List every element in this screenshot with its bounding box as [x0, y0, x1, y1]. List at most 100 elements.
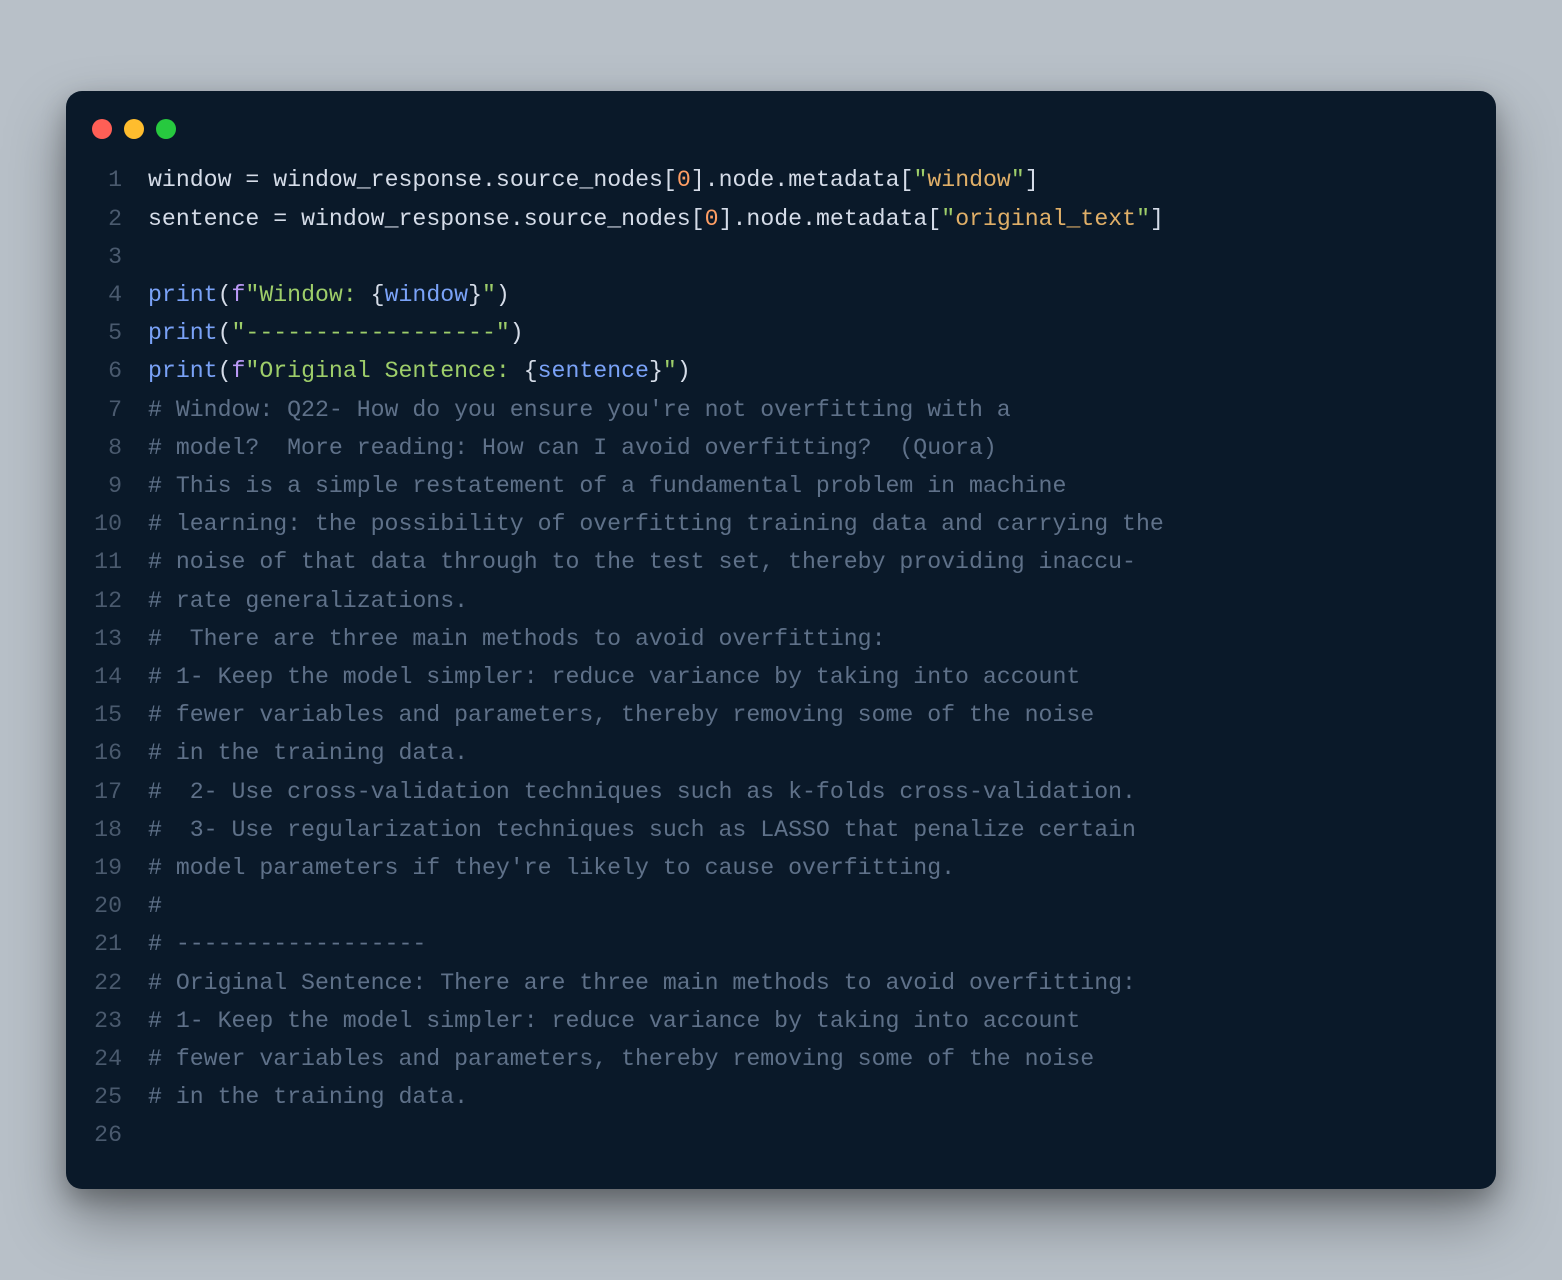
line-content[interactable]: # Window: Q22- How do you ensure you're … [148, 391, 1011, 429]
line-number: 25 [92, 1078, 148, 1116]
code-line[interactable]: 13# There are three main methods to avoi… [92, 620, 1470, 658]
code-token: " [1011, 167, 1025, 193]
code-line[interactable]: 18# 3- Use regularization techniques suc… [92, 811, 1470, 849]
code-token: print [148, 358, 218, 384]
code-line[interactable]: 16# in the training data. [92, 734, 1470, 772]
code-token [259, 167, 273, 193]
code-line[interactable]: 6print(f"Original Sentence: {sentence}") [92, 352, 1470, 390]
code-token: . [510, 206, 524, 232]
code-token: # 3- Use regularization techniques such … [148, 817, 1136, 843]
code-token: { [371, 282, 385, 308]
line-content[interactable]: # 1- Keep the model simpler: reduce vari… [148, 1002, 1080, 1040]
code-line[interactable]: 17# 2- Use cross-validation techniques s… [92, 773, 1470, 811]
window-zoom-button[interactable] [156, 119, 176, 139]
line-content[interactable]: # ------------------ [148, 925, 426, 963]
line-content[interactable]: # This is a simple restatement of a fund… [148, 467, 1066, 505]
code-line[interactable]: 22# Original Sentence: There are three m… [92, 964, 1470, 1002]
code-token: metadata [788, 167, 899, 193]
code-line[interactable]: 15# fewer variables and parameters, ther… [92, 696, 1470, 734]
line-content[interactable]: # 2- Use cross-validation techniques suc… [148, 773, 1136, 811]
code-line[interactable]: 26 [92, 1116, 1470, 1154]
line-number: 22 [92, 964, 148, 1002]
code-line[interactable]: 1window = window_response.source_nodes[0… [92, 161, 1470, 199]
code-token: sentence [538, 358, 649, 384]
code-token: . [802, 206, 816, 232]
line-number: 3 [92, 238, 148, 276]
line-number: 16 [92, 734, 148, 772]
code-token: # model? More reading: How can I avoid o… [148, 435, 997, 461]
code-line[interactable]: 25# in the training data. [92, 1078, 1470, 1116]
line-content[interactable] [148, 238, 162, 276]
code-window: 1window = window_response.source_nodes[0… [66, 91, 1496, 1188]
line-content[interactable]: # There are three main methods to avoid … [148, 620, 885, 658]
window-minimize-button[interactable] [124, 119, 144, 139]
code-token: # Original Sentence: There are three mai… [148, 970, 1136, 996]
line-number: 23 [92, 1002, 148, 1040]
code-token: . [482, 167, 496, 193]
line-number: 14 [92, 658, 148, 696]
line-content[interactable]: print(f"Original Sentence: {sentence}") [148, 352, 691, 390]
code-line[interactable]: 21# ------------------ [92, 925, 1470, 963]
code-line[interactable]: 8# model? More reading: How can I avoid … [92, 429, 1470, 467]
line-content[interactable]: # fewer variables and parameters, thereb… [148, 696, 1094, 734]
code-line[interactable]: 23# 1- Keep the model simpler: reduce va… [92, 1002, 1470, 1040]
window-titlebar [66, 115, 1496, 161]
code-token: " [663, 358, 677, 384]
line-number: 17 [92, 773, 148, 811]
line-number: 18 [92, 811, 148, 849]
code-line[interactable]: 11# noise of that data through to the te… [92, 543, 1470, 581]
line-content[interactable]: print("------------------") [148, 314, 524, 352]
code-editor[interactable]: 1window = window_response.source_nodes[0… [66, 161, 1496, 1154]
code-token: window [385, 282, 469, 308]
code-token: # ------------------ [148, 931, 426, 957]
line-content[interactable]: # learning: the possibility of overfitti… [148, 505, 1164, 543]
line-content[interactable]: print(f"Window: {window}") [148, 276, 510, 314]
line-content[interactable]: # Original Sentence: There are three mai… [148, 964, 1136, 1002]
code-token: { [524, 358, 538, 384]
line-content[interactable]: window = window_response.source_nodes[0]… [148, 161, 1039, 199]
code-token: # This is a simple restatement of a fund… [148, 473, 1066, 499]
code-line[interactable]: 7# Window: Q22- How do you ensure you're… [92, 391, 1470, 429]
code-token: source_nodes [524, 206, 691, 232]
code-token: window_response [301, 206, 510, 232]
code-token: # noise of that data through to the test… [148, 549, 1136, 575]
line-content[interactable]: # in the training data. [148, 1078, 468, 1116]
code-line[interactable]: 19# model parameters if they're likely t… [92, 849, 1470, 887]
code-line[interactable]: 10# learning: the possibility of overfit… [92, 505, 1470, 543]
code-token: "------------------" [232, 320, 510, 346]
code-line[interactable]: 20# [92, 887, 1470, 925]
line-content[interactable]: # fewer variables and parameters, thereb… [148, 1040, 1094, 1078]
code-token: # in the training data. [148, 740, 468, 766]
line-content[interactable]: sentence = window_response.source_nodes[… [148, 200, 1164, 238]
code-token: 0 [677, 167, 691, 193]
code-line[interactable]: 5print("------------------") [92, 314, 1470, 352]
code-token: ) [496, 282, 510, 308]
code-token: original_text [955, 206, 1136, 232]
code-line[interactable]: 2sentence = window_response.source_nodes… [92, 200, 1470, 238]
code-line[interactable]: 9# This is a simple restatement of a fun… [92, 467, 1470, 505]
line-content[interactable]: # in the training data. [148, 734, 468, 772]
code-line[interactable]: 14# 1- Keep the model simpler: reduce va… [92, 658, 1470, 696]
line-number: 9 [92, 467, 148, 505]
code-line[interactable]: 12# rate generalizations. [92, 582, 1470, 620]
code-token: # model parameters if they're likely to … [148, 855, 955, 881]
line-content[interactable]: # model? More reading: How can I avoid o… [148, 429, 997, 467]
code-line[interactable]: 4print(f"Window: {window}") [92, 276, 1470, 314]
code-token: " [482, 282, 496, 308]
code-line[interactable]: 24# fewer variables and parameters, ther… [92, 1040, 1470, 1078]
code-line[interactable]: 3 [92, 238, 1470, 276]
line-number: 2 [92, 200, 148, 238]
line-content[interactable]: # rate generalizations. [148, 582, 468, 620]
line-number: 26 [92, 1116, 148, 1154]
line-content[interactable]: # model parameters if they're likely to … [148, 849, 955, 887]
window-close-button[interactable] [92, 119, 112, 139]
code-token: f [232, 358, 246, 384]
line-content[interactable]: # 1- Keep the model simpler: reduce vari… [148, 658, 1080, 696]
line-content[interactable]: # [148, 887, 162, 925]
line-content[interactable]: # noise of that data through to the test… [148, 543, 1136, 581]
line-content[interactable]: # 3- Use regularization techniques such … [148, 811, 1136, 849]
line-number: 13 [92, 620, 148, 658]
code-token: f [232, 282, 246, 308]
line-content[interactable] [148, 1116, 162, 1154]
code-token: = [273, 206, 287, 232]
